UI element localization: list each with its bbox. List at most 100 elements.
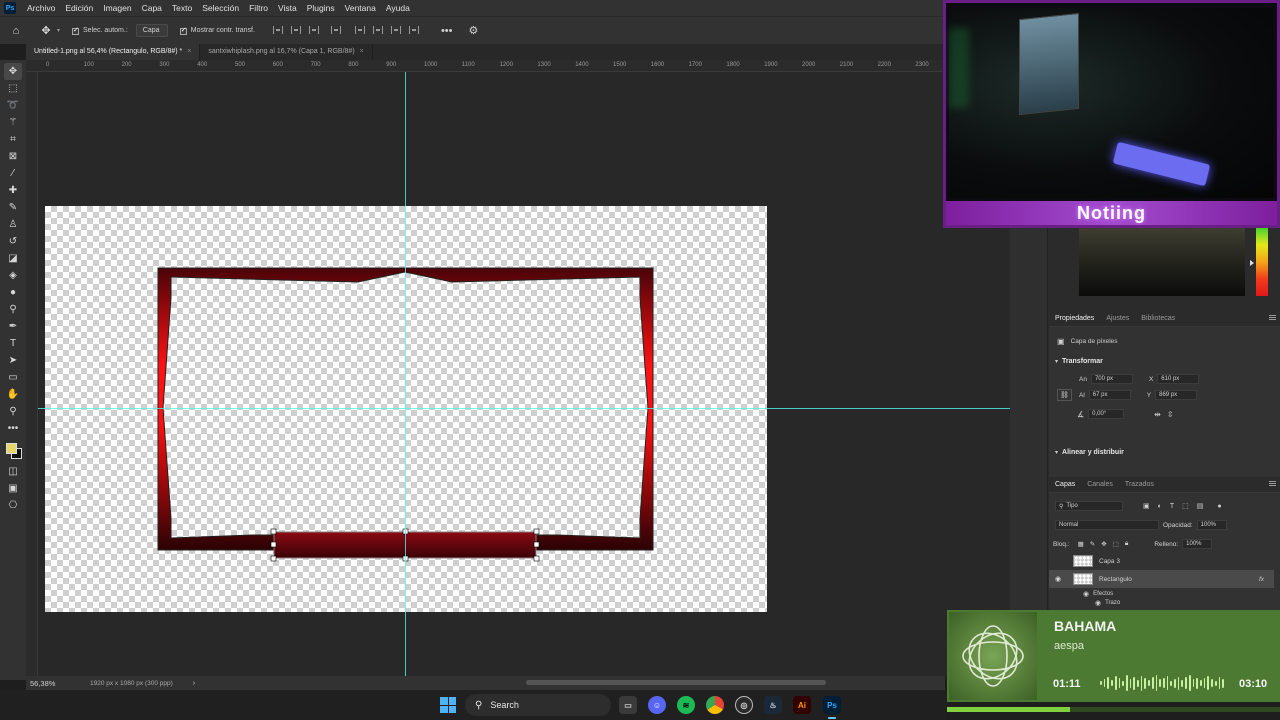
show-transform-toggle[interactable]: Mostrar contr. transf. — [179, 26, 255, 35]
tab-untitled-1[interactable]: Untitled-1.png al 56,4% (Rectangulo, RGB… — [26, 44, 201, 60]
auto-select-toggle[interactable]: Selec. autom.: — [72, 26, 128, 35]
auto-select-dropdown[interactable]: Capa — [135, 24, 168, 37]
visibility-eye-icon[interactable]: ◉ — [1055, 575, 1061, 583]
file-explorer-icon[interactable]: ▭ — [619, 696, 637, 714]
tab-trazados[interactable]: Trazados — [1119, 481, 1160, 488]
document-info[interactable]: 1920 px x 1080 px (300 ppp) — [90, 680, 173, 687]
menu-edicion[interactable]: Edición — [60, 3, 98, 13]
tab-bibliotecas[interactable]: Bibliotecas — [1135, 315, 1181, 322]
pen-tool-icon[interactable]: ✒ — [4, 318, 22, 335]
opacity-field[interactable]: 100% — [1196, 520, 1227, 530]
filter-toggle-icon[interactable]: ● — [1217, 503, 1221, 510]
menu-capa[interactable]: Capa — [137, 3, 167, 13]
home-icon[interactable]: ⌂ — [8, 23, 24, 39]
distribute-v-icon[interactable] — [408, 25, 419, 34]
illustrator-icon[interactable]: Ai — [793, 696, 811, 714]
vertical-guide[interactable] — [405, 72, 406, 676]
zoom-level[interactable]: 56,38% — [30, 679, 90, 688]
x-field[interactable]: 610 px — [1157, 374, 1200, 384]
close-icon[interactable]: × — [360, 48, 364, 55]
tab-capas[interactable]: Capas — [1049, 481, 1081, 488]
history-brush-icon[interactable]: ↺ — [4, 233, 22, 250]
height-field[interactable]: 67 px — [1088, 390, 1131, 400]
transform-section-title[interactable]: Transformar — [1062, 358, 1103, 365]
show-transform-checkbox[interactable] — [179, 26, 187, 35]
brush-tool-icon[interactable]: ✎ — [4, 199, 22, 216]
extra-tool-icon[interactable]: ⎔ — [4, 497, 22, 514]
menu-archivo[interactable]: Archivo — [22, 3, 60, 13]
type-tool-icon[interactable]: T — [4, 335, 22, 352]
y-field[interactable]: 869 px — [1155, 390, 1198, 400]
menu-texto[interactable]: Texto — [167, 3, 197, 13]
hue-slider[interactable] — [1256, 228, 1268, 296]
align-bottom-icon[interactable] — [390, 25, 401, 34]
blend-mode-dropdown[interactable]: Normal — [1055, 520, 1159, 530]
chevron-down-icon[interactable]: ▾ — [1055, 358, 1058, 365]
move-tool-icon[interactable]: ✥ — [38, 23, 54, 39]
visibility-eye-icon[interactable]: ◉ — [1083, 590, 1089, 598]
vertical-ruler[interactable] — [26, 72, 38, 676]
spotify-icon[interactable]: ≋ — [677, 696, 695, 714]
canvas-workspace[interactable] — [38, 72, 1010, 676]
artboard-tool-icon[interactable]: ⬚ — [4, 80, 22, 97]
lock-paint-icon[interactable]: ✎ — [1090, 540, 1095, 548]
steam-icon[interactable]: ♨ — [764, 696, 782, 714]
width-field[interactable]: 700 px — [1090, 374, 1133, 384]
menu-imagen[interactable]: Imagen — [98, 3, 136, 13]
lock-artboard-icon[interactable]: ⬚ — [1113, 540, 1119, 548]
tab-propiedades[interactable]: Propiedades — [1049, 315, 1100, 322]
obs-icon[interactable]: ◎ — [735, 696, 753, 714]
align-top-icon[interactable] — [354, 25, 365, 34]
layer-fx-badge[interactable]: fx — [1259, 576, 1264, 583]
flip-horizontal-icon[interactable]: ⇹ — [1154, 410, 1161, 419]
foreground-color-swatch[interactable] — [6, 443, 17, 454]
chevron-down-icon[interactable]: ▾ — [1055, 449, 1058, 456]
tab-santxiwhiplash[interactable]: santxiwhiplash.png al 16,7% (Capa 1, RGB… — [200, 44, 373, 60]
blur-tool-icon[interactable]: ● — [4, 284, 22, 301]
overlay-frame-artwork[interactable] — [38, 72, 1010, 676]
status-chevron-icon[interactable]: › — [193, 680, 195, 687]
menu-ventana[interactable]: Ventana — [340, 3, 381, 13]
menu-seleccion[interactable]: Selección — [197, 3, 244, 13]
visibility-eye-icon[interactable]: ◉ — [1095, 599, 1101, 607]
color-picker-field[interactable] — [1079, 228, 1245, 296]
taskbar-search[interactable]: ⚲ Search — [465, 694, 611, 716]
filter-adjust-icon[interactable]: ◐ — [1158, 503, 1162, 510]
zoom-tool-icon[interactable]: ⚲ — [4, 403, 22, 420]
filter-smart-icon[interactable]: ▤ — [1197, 502, 1204, 510]
hue-slider-marker[interactable] — [1250, 260, 1254, 266]
horizontal-ruler[interactable]: 0 100 200 300 400 500 600 700 800 900 1000 1100 1200… — [26, 60, 945, 72]
menu-ayuda[interactable]: Ayuda — [381, 3, 415, 13]
menu-vista[interactable]: Vista — [273, 3, 302, 13]
horizontal-scrollbar[interactable] — [526, 680, 826, 685]
lock-position-icon[interactable]: ✥ — [1101, 540, 1106, 548]
rectangle-tool-icon[interactable]: ▭ — [4, 369, 22, 386]
auto-select-checkbox[interactable] — [72, 26, 80, 35]
layer-kind-filter[interactable]: ⚲ Tipo — [1055, 501, 1123, 511]
frame-tool-icon[interactable]: ⊠ — [4, 148, 22, 165]
eraser-tool-icon[interactable]: ◪ — [4, 250, 22, 267]
link-proportions-icon[interactable]: ⛓ — [1057, 389, 1072, 401]
tab-canales[interactable]: Canales — [1081, 481, 1119, 488]
quick-mask-icon[interactable]: ◫ — [4, 463, 22, 480]
crop-tool-icon[interactable]: ⌗ — [4, 131, 22, 148]
menu-plugins[interactable]: Plugins — [302, 3, 340, 13]
tab-ajustes[interactable]: Ajustes — [1100, 315, 1135, 322]
align-right-icon[interactable] — [308, 25, 319, 34]
lock-all-icon[interactable]: 🔒︎ — [1125, 540, 1128, 548]
eyedropper-icon[interactable]: ⁄ — [4, 165, 22, 182]
horizontal-guide[interactable] — [38, 408, 1010, 409]
filter-shape-icon[interactable]: ⬚ — [1182, 502, 1189, 510]
lasso-tool-icon[interactable]: ➰ — [4, 97, 22, 114]
close-icon[interactable]: × — [187, 48, 191, 55]
magic-wand-icon[interactable]: ⚚ — [4, 114, 22, 131]
windows-start-icon[interactable] — [440, 697, 456, 713]
path-select-icon[interactable]: ➤ — [4, 352, 22, 369]
align-center-h-icon[interactable] — [290, 25, 301, 34]
hand-tool-icon[interactable]: ✋ — [4, 386, 22, 403]
track-progress-bar[interactable] — [947, 707, 1280, 712]
filter-type-icon[interactable]: T — [1170, 503, 1174, 510]
color-swatches[interactable] — [4, 441, 22, 463]
panel-menu-icon[interactable] — [1269, 315, 1276, 320]
move-tool-icon[interactable]: ✥ — [4, 63, 22, 80]
